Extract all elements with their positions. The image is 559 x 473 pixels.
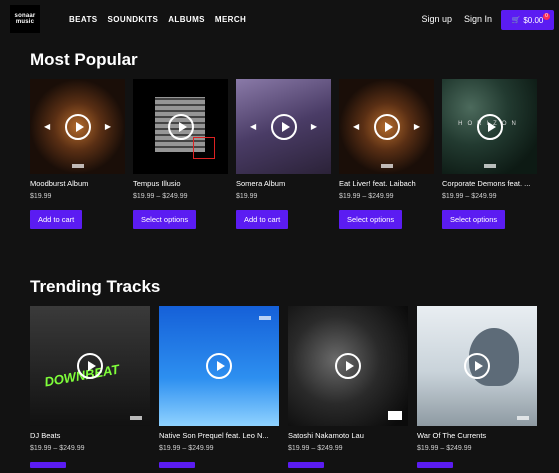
select-options-button[interactable]: Select options [442, 210, 506, 229]
product-price: $19.99 – $249.99 [339, 193, 394, 200]
track-artwork[interactable]: DOWNBEAT [30, 306, 150, 426]
prev-track-icon[interactable]: ◀ [250, 122, 256, 131]
product-title[interactable]: Corporate Demons feat. ... [442, 179, 537, 188]
prev-track-icon[interactable]: ◀ [353, 122, 359, 131]
add-to-cart-button[interactable]: Add to cart [236, 210, 289, 229]
product-artwork[interactable]: ◀ ▶ [30, 79, 125, 174]
play-icon[interactable] [373, 113, 400, 140]
track-action-button[interactable] [30, 462, 66, 468]
parental-advisory-icon [388, 411, 402, 420]
trending-row: DOWNBEAT DJ Beats $19.99 – $249.99 Nativ… [30, 306, 537, 473]
product-card[interactable]: Tempus Illusio $19.99 – $249.99 Select o… [133, 79, 228, 229]
next-track-icon[interactable]: ▶ [105, 122, 111, 131]
nav-beats[interactable]: BEATS [69, 15, 98, 24]
next-track-icon[interactable]: ▶ [414, 122, 420, 131]
product-title[interactable]: Moodburst Album [30, 179, 125, 188]
play-icon[interactable] [206, 353, 232, 379]
track-artwork[interactable] [288, 306, 408, 426]
track-action-button[interactable] [159, 462, 195, 468]
cart-button[interactable]: 🛒 $0.00 0 [501, 10, 554, 30]
prev-track-icon[interactable]: ◀ [44, 122, 50, 131]
select-options-button[interactable]: Select options [339, 210, 403, 229]
play-icon[interactable] [476, 113, 503, 140]
site-logo[interactable]: sonaar music [10, 5, 40, 33]
nav-albums[interactable]: ALBUMS [168, 15, 205, 24]
track-card[interactable]: War Of The Currents $19.99 – $249.99 [417, 306, 537, 473]
label-logo-icon [517, 416, 529, 420]
play-icon[interactable] [464, 353, 490, 379]
auth-links: Sign up Sign In [421, 14, 492, 24]
label-logo-icon [71, 164, 84, 168]
track-card[interactable]: Satoshi Nakamoto Lau $19.99 – $249.99 [288, 306, 408, 473]
track-artwork[interactable] [159, 306, 279, 426]
product-card[interactable]: ◀ ▶ Eat Liver! feat. Laibach $19.99 – $2… [339, 79, 434, 229]
track-title[interactable]: Native Son Prequel feat. Leo N... [159, 431, 279, 440]
track-price: $19.99 – $249.99 [417, 445, 472, 452]
play-icon[interactable] [335, 353, 361, 379]
label-logo-icon [259, 316, 271, 320]
play-icon[interactable] [77, 353, 103, 379]
product-price: $19.99 [30, 193, 52, 200]
product-card[interactable]: ◀ ▶ Somera Album $19.99 Add to cart [236, 79, 331, 229]
product-price: $19.99 – $249.99 [442, 193, 497, 200]
product-price: $19.99 [236, 193, 258, 200]
track-title[interactable]: DJ Beats [30, 431, 150, 440]
product-title[interactable]: Tempus Illusio [133, 179, 228, 188]
track-title[interactable]: War Of The Currents [417, 431, 537, 440]
product-price: $19.99 – $249.99 [133, 193, 188, 200]
product-title[interactable]: Somera Album [236, 179, 331, 188]
next-track-icon[interactable]: ▶ [311, 122, 317, 131]
select-options-button[interactable]: Select options [133, 210, 197, 229]
track-title[interactable]: Satoshi Nakamoto Lau [288, 431, 408, 440]
cart-total: $0.00 [523, 15, 544, 25]
product-artwork[interactable]: HORIZON [442, 79, 537, 174]
track-artwork[interactable] [417, 306, 537, 426]
track-price: $19.99 – $249.99 [159, 445, 214, 452]
label-logo-icon [130, 416, 142, 420]
track-card[interactable]: Native Son Prequel feat. Leo N... $19.99… [159, 306, 279, 473]
label-logo-icon [380, 164, 393, 168]
sign-up-link[interactable]: Sign up [421, 14, 452, 24]
play-icon[interactable] [270, 113, 297, 140]
most-popular-row: ◀ ▶ Moodburst Album $19.99 Add to cart T… [30, 79, 537, 229]
nav-merch[interactable]: MERCH [215, 15, 246, 24]
track-action-button[interactable] [417, 462, 453, 468]
label-logo-icon [483, 164, 496, 168]
track-price: $19.99 – $249.99 [30, 445, 85, 452]
product-artwork[interactable] [133, 79, 228, 174]
sign-in-link[interactable]: Sign In [464, 14, 492, 24]
product-card[interactable]: HORIZON Corporate Demons feat. ... $19.9… [442, 79, 537, 229]
cart-count-badge: 0 [543, 13, 550, 20]
section-heading-trending: Trending Tracks [30, 277, 161, 296]
track-action-button[interactable] [288, 462, 324, 468]
main-nav: BEATS SOUNDKITS ALBUMS MERCH [69, 15, 246, 24]
section-heading-most-popular: Most Popular [30, 50, 138, 69]
product-artwork[interactable]: ◀ ▶ [236, 79, 331, 174]
site-header: sonaar music BEATS SOUNDKITS ALBUMS MERC… [0, 0, 559, 40]
track-card[interactable]: DOWNBEAT DJ Beats $19.99 – $249.99 [30, 306, 150, 473]
product-card[interactable]: ◀ ▶ Moodburst Album $19.99 Add to cart [30, 79, 125, 229]
red-frame-icon [193, 137, 215, 159]
cart-icon: 🛒 [511, 17, 521, 24]
nav-soundkits[interactable]: SOUNDKITS [108, 15, 159, 24]
play-icon[interactable] [64, 113, 91, 140]
product-artwork[interactable]: ◀ ▶ [339, 79, 434, 174]
product-title[interactable]: Eat Liver! feat. Laibach [339, 179, 434, 188]
add-to-cart-button[interactable]: Add to cart [30, 210, 83, 229]
play-icon[interactable] [167, 113, 194, 140]
track-price: $19.99 – $249.99 [288, 445, 343, 452]
